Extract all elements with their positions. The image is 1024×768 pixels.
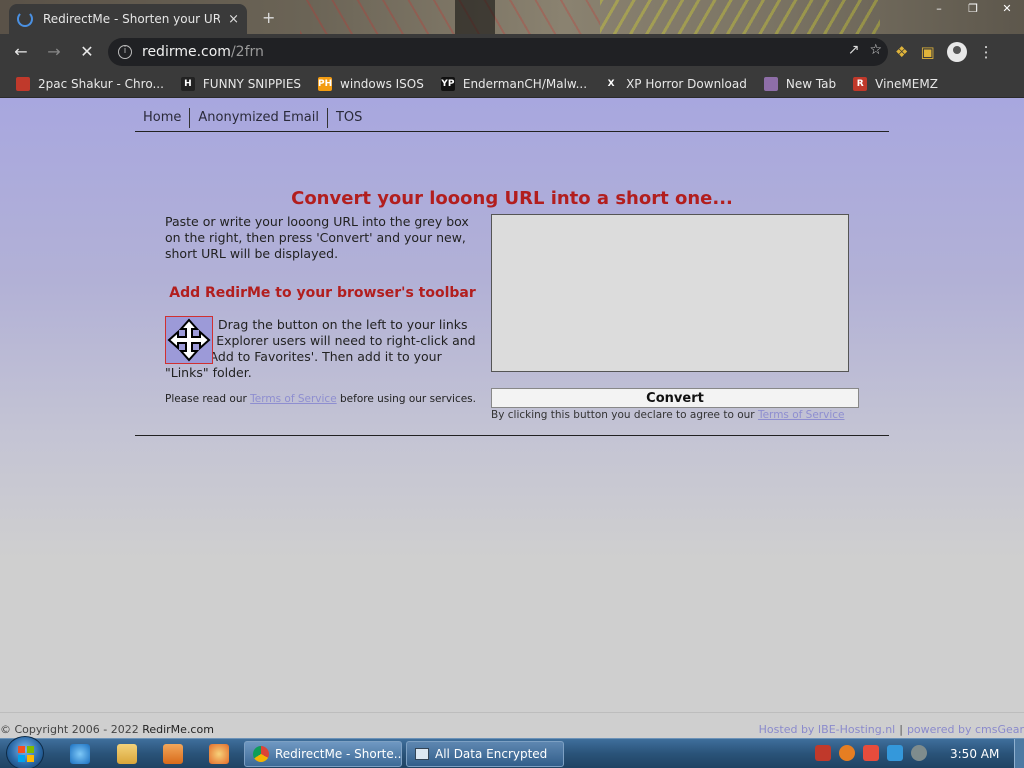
- terms-notice-before: Please read our: [165, 393, 251, 405]
- back-arrow-icon[interactable]: ←: [10, 42, 32, 62]
- globe-icon: [763, 76, 778, 91]
- show-desktop-button[interactable]: [1014, 739, 1024, 768]
- bookmark-label: 2pac Shakur - Chro...: [38, 76, 164, 91]
- taskbar-chrome-button[interactable]: RedirectMe - Shorte...: [244, 741, 402, 767]
- bookmarklet-drag-button[interactable]: [165, 316, 213, 364]
- bookmark-item[interactable]: H FUNNY SNIPPIES: [180, 76, 302, 91]
- bookmark-item[interactable]: R VineMEMZ: [853, 76, 938, 91]
- declare-text: By clicking this button you declare to a…: [491, 409, 758, 421]
- bookmark-item[interactable]: PH windows ISOS: [317, 76, 424, 91]
- forward-arrow-icon[interactable]: →: [43, 42, 65, 62]
- search-tray-icon[interactable]: [839, 745, 855, 761]
- powered-by-link[interactable]: powered by cmsGear: [907, 723, 1024, 736]
- extensions-puzzle-icon[interactable]: ❖: [895, 43, 908, 61]
- taskbar-button-label: All Data Encrypted: [435, 747, 548, 761]
- bookmark-item[interactable]: YP EndermanCH/Malw...: [440, 76, 588, 91]
- internet-explorer-icon[interactable]: [70, 744, 90, 764]
- web-page: Home Anonymized Email TOS Convert your l…: [0, 98, 1024, 712]
- antivirus-tray-icon[interactable]: [815, 745, 831, 761]
- address-bar[interactable]: i redirme.com/2frn ↗ ☆: [108, 38, 888, 66]
- terms-notice: Please read our Terms of Service before …: [165, 393, 476, 405]
- bookmark-item[interactable]: 2pac Shakur - Chro...: [16, 76, 164, 91]
- taskbar-button-label: RedirectMe - Shorte...: [275, 747, 401, 761]
- bookmark-item[interactable]: X XP Horror Download: [604, 76, 747, 91]
- footer-separator: |: [899, 723, 903, 736]
- bookmark-label: EndermanCH/Malw...: [462, 76, 588, 91]
- monitor-tray-icon[interactable]: [887, 745, 903, 761]
- taskbar-window-button[interactable]: All Data Encrypted: [406, 741, 564, 767]
- window-icon: [415, 748, 429, 760]
- system-tray: [815, 745, 927, 761]
- browser-menu-icon[interactable]: ⋮: [979, 43, 994, 61]
- nav-anonymized-email-link[interactable]: Anonymized Email: [190, 107, 328, 128]
- terms-of-service-link[interactable]: Terms of Service: [758, 409, 845, 421]
- site-nav: Home Anonymized Email TOS: [135, 104, 889, 132]
- terms-notice-after: before using our services.: [336, 393, 476, 405]
- intro-text: Paste or write your looong URL into the …: [165, 214, 469, 261]
- url-path: /2frn: [230, 44, 264, 60]
- browser-titlebar: RedirectMe - Shorten your URL f × + – ❐ …: [0, 0, 1024, 34]
- browser-toolbar: ← → ✕ i redirme.com/2frn ↗ ☆ ❖ ▣ ⋮: [0, 34, 1024, 70]
- site-info-icon[interactable]: i: [118, 45, 132, 59]
- page-headline: Convert your looong URL into a short one…: [291, 188, 733, 209]
- file-explorer-icon[interactable]: [117, 744, 137, 764]
- nav-tos-link[interactable]: TOS: [328, 108, 370, 128]
- copyright: © Copyright 2006 - 2022 RedirMe.com: [0, 723, 214, 736]
- ph-logo-icon: PH: [317, 76, 333, 91]
- chrome-icon: [253, 746, 269, 762]
- copyright-site: RedirMe.com: [142, 723, 214, 736]
- long-url-input[interactable]: [491, 214, 849, 372]
- tab-title: RedirectMe - Shorten your URL f: [42, 12, 221, 26]
- divider: [135, 435, 889, 436]
- drag-instructions: Drag the button on the left to your link…: [165, 317, 476, 380]
- paint-icon[interactable]: [209, 744, 229, 764]
- bookmark-label: New Tab: [785, 76, 837, 91]
- x-logo-icon: X: [604, 76, 619, 91]
- yp-logo-icon: YP: [440, 76, 455, 91]
- bookmarks-bar: 2pac Shakur - Chro... H FUNNY SNIPPIES PH wi…: [0, 70, 1024, 98]
- bookmark-label: VineMEMZ: [875, 76, 938, 91]
- r-logo-icon: R: [853, 76, 868, 91]
- h-logo-icon: H: [180, 76, 195, 91]
- page-footer: © Copyright 2006 - 2022 RedirMe.com Host…: [0, 712, 1024, 738]
- restore-icon[interactable]: ❐: [956, 0, 990, 16]
- bookmark-label: windows ISOS: [340, 76, 424, 91]
- taskbar-clock: 3:50 AM: [950, 747, 1000, 761]
- calendar-icon: [16, 76, 30, 91]
- loading-spinner-icon: [17, 11, 33, 27]
- bookmark-label: FUNNY SNIPPIES: [202, 76, 302, 91]
- share-icon[interactable]: ↗: [848, 42, 860, 58]
- window-controls: – ❐ ✕: [922, 0, 1024, 16]
- volume-tray-icon[interactable]: [911, 745, 927, 761]
- convert-button[interactable]: Convert: [491, 388, 859, 408]
- wallpaper-decoration: [600, 0, 880, 34]
- nav-home-link[interactable]: Home: [135, 107, 191, 128]
- move-arrows-icon: [167, 318, 211, 362]
- minimize-icon[interactable]: –: [922, 0, 956, 16]
- url-host: redirme.com: [142, 44, 231, 60]
- bookmark-star-icon[interactable]: ☆: [869, 42, 882, 58]
- profile-avatar-icon[interactable]: [946, 42, 967, 62]
- bookmark-item[interactable]: New Tab: [763, 76, 837, 91]
- browser-tab[interactable]: RedirectMe - Shorten your URL f ×: [9, 4, 247, 34]
- bookmark-label: XP Horror Download: [626, 76, 747, 91]
- side-panel-icon[interactable]: ▣: [920, 43, 934, 61]
- media-player-icon[interactable]: [163, 744, 183, 764]
- wallpaper-decoration: [300, 0, 600, 34]
- convert-agreement-text: By clicking this button you declare to a…: [491, 409, 845, 421]
- close-window-icon[interactable]: ✕: [990, 0, 1024, 16]
- hosted-by-link[interactable]: Hosted by IBE-Hosting.nl: [759, 723, 896, 736]
- stop-loading-icon[interactable]: ✕: [76, 42, 98, 62]
- hosting-credits: Hosted by IBE-Hosting.nl | powered by cmsG…: [759, 723, 1024, 736]
- toolbar-heading: Add RedirMe to your browser's toolbar: [169, 285, 476, 301]
- copyright-prefix: © Copyright 2006 - 2022: [0, 723, 143, 736]
- wallpaper-decoration: [455, 0, 495, 34]
- flag-tray-icon[interactable]: [863, 745, 879, 761]
- terms-of-service-link[interactable]: Terms of Service: [250, 393, 337, 405]
- windows-logo-icon: [18, 746, 34, 762]
- new-tab-button[interactable]: +: [262, 8, 275, 27]
- tab-close-icon[interactable]: ×: [228, 12, 239, 27]
- windows-taskbar: RedirectMe - Shorte... All Data Encrypte…: [0, 736, 1024, 768]
- start-button[interactable]: [6, 736, 44, 768]
